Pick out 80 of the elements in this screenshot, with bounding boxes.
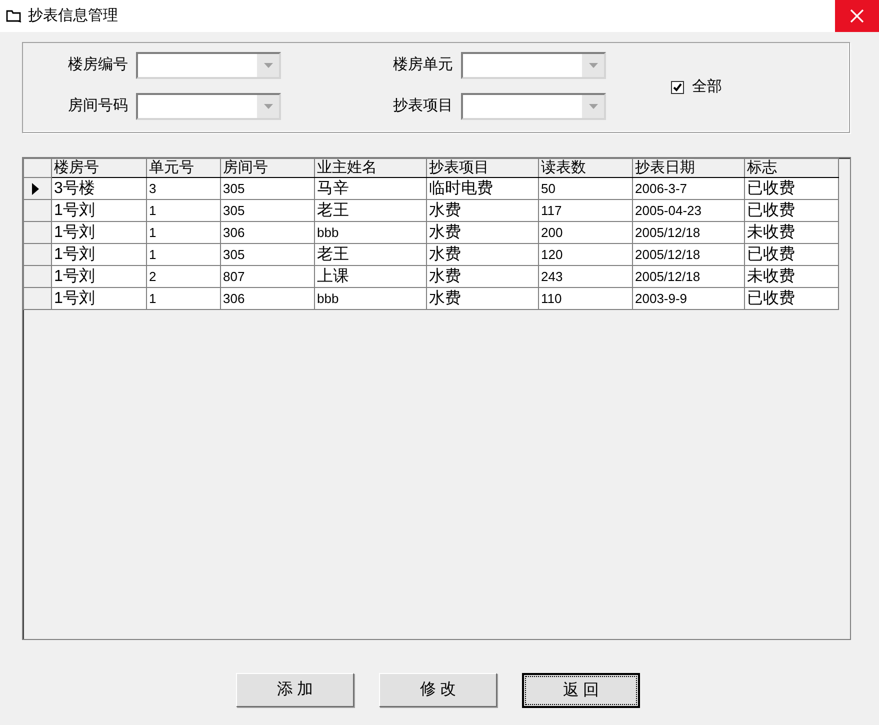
dropdown-arrow-icon — [264, 63, 272, 68]
check-icon — [673, 82, 682, 92]
column-header[interactable]: 单元号 — [146, 158, 220, 178]
table-cell: 120 — [538, 244, 632, 266]
table-cell: 807 — [220, 266, 314, 288]
table-cell: bbb — [314, 288, 426, 310]
table-cell: 水费 — [426, 222, 538, 244]
table-cell: bbb — [314, 222, 426, 244]
table-cell: 1 — [146, 222, 220, 244]
table-cell: 110 — [538, 288, 632, 310]
table-cell: 1号刘 — [52, 244, 146, 266]
table-cell: 水费 — [426, 244, 538, 266]
table-cell: 2005/12/18 — [632, 244, 744, 266]
table-cell: 305 — [220, 244, 314, 266]
table-cell: 上课 — [314, 266, 426, 288]
table-cell: 1号刘 — [52, 266, 146, 288]
table-cell: 1 — [146, 244, 220, 266]
column-header[interactable]: 房间号 — [220, 158, 314, 178]
table-cell: 1号刘 — [52, 288, 146, 310]
table-cell: 50 — [538, 178, 632, 200]
table-cell: 117 — [538, 200, 632, 222]
window-title: 抄表信息管理 — [28, 6, 118, 26]
row-selector[interactable] — [24, 178, 52, 200]
table-cell: 老王 — [314, 244, 426, 266]
checkbox-label: 全部 — [692, 77, 722, 97]
dropdown-arrow-icon — [264, 104, 272, 109]
field-label: 楼房编号 — [67, 55, 128, 76]
table-cell: 1号刘 — [52, 222, 146, 244]
field-label: 房间号码 — [67, 96, 128, 116]
table-cell: 306 — [220, 288, 314, 310]
column-header[interactable]: 抄表项目 — [426, 158, 538, 178]
table-cell: 2005/12/18 — [632, 222, 744, 244]
table-cell: 306 — [220, 222, 314, 244]
table-cell: 2 — [146, 266, 220, 288]
table-cell: 老王 — [314, 200, 426, 222]
dropdown-arrow-icon — [588, 104, 598, 109]
field-label: 楼房单元 — [392, 55, 453, 76]
action-button[interactable]: 添 加 — [236, 673, 354, 707]
table-cell: 1号刘 — [52, 200, 146, 222]
table-cell: 243 — [538, 266, 632, 288]
table-cell: 305 — [220, 200, 314, 222]
table-cell: 水费 — [426, 266, 538, 288]
table-cell: 200 — [538, 222, 632, 244]
column-header[interactable]: 标志 — [744, 158, 838, 178]
table-cell: 305 — [220, 178, 314, 200]
action-button[interactable]: 返 回 — [522, 673, 640, 708]
column-header[interactable]: 读表数 — [538, 158, 632, 178]
dropdown-field[interactable] — [136, 52, 281, 79]
table-cell: 已收费 — [744, 244, 838, 266]
table-cell: 1 — [146, 200, 220, 222]
table-cell: 2005-04-23 — [632, 200, 744, 222]
dropdown-arrow-icon — [588, 63, 598, 68]
table-cell: 已收费 — [744, 288, 838, 310]
action-button[interactable]: 修 改 — [379, 673, 497, 707]
field-label: 抄表项目 — [392, 96, 453, 116]
table-cell: 马辛 — [314, 178, 426, 200]
window-icon — [6, 9, 22, 23]
table-cell: 2006-3-7 — [632, 178, 744, 200]
close-icon — [850, 9, 864, 23]
table-cell: 2005/12/18 — [632, 266, 744, 288]
table-cell: 水费 — [426, 288, 538, 310]
close-button[interactable] — [835, 0, 879, 32]
table-cell: 已收费 — [744, 178, 838, 200]
current-row-icon — [32, 182, 39, 194]
dropdown-field[interactable] — [461, 93, 606, 120]
table-cell: 3 — [146, 178, 220, 200]
table-cell: 未收费 — [744, 266, 838, 288]
column-header[interactable]: 业主姓名 — [314, 158, 426, 178]
table-cell: 3号楼 — [52, 178, 146, 200]
table-cell: 未收费 — [744, 222, 838, 244]
dropdown-field[interactable] — [136, 93, 281, 120]
table-cell: 已收费 — [744, 200, 838, 222]
all-checkbox[interactable] — [671, 80, 684, 94]
dropdown-field[interactable] — [461, 52, 606, 79]
column-header[interactable]: 抄表日期 — [632, 158, 744, 178]
table-cell: 水费 — [426, 200, 538, 222]
column-header[interactable]: 楼房号 — [52, 158, 146, 178]
table-cell: 1 — [146, 288, 220, 310]
table-cell: 临时电费 — [426, 178, 538, 200]
table-cell: 2003-9-9 — [632, 288, 744, 310]
